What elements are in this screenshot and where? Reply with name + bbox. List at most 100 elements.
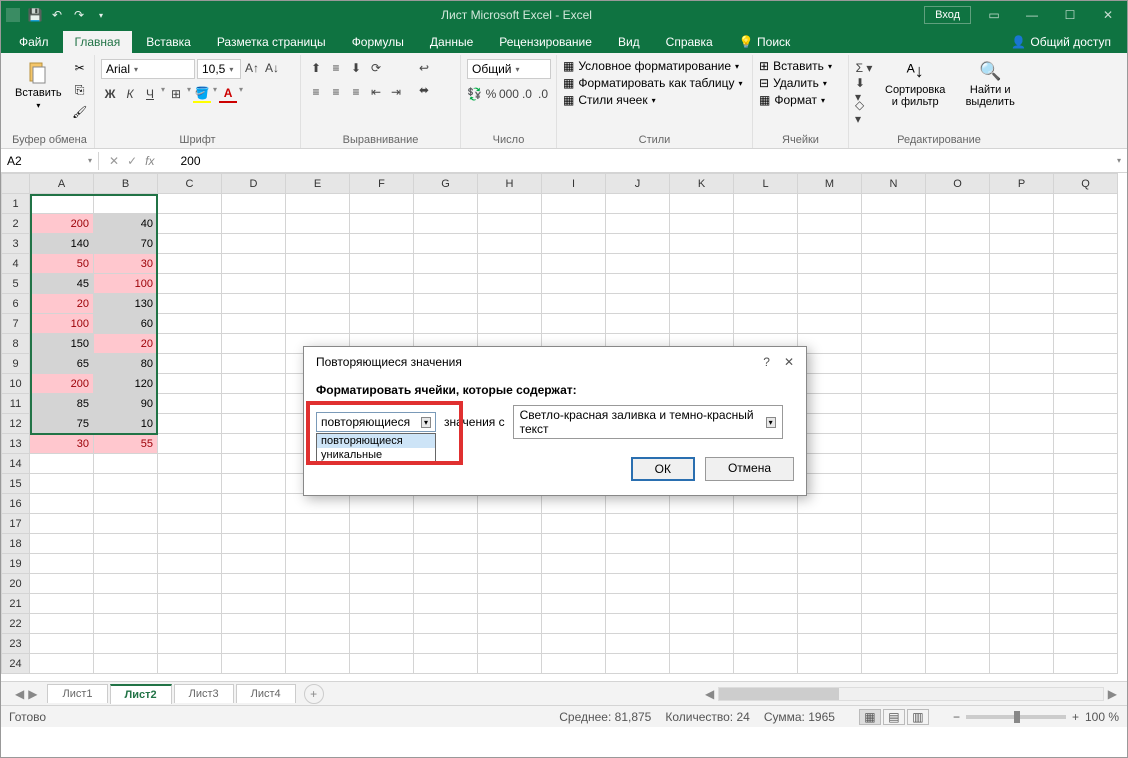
cell[interactable]	[1054, 554, 1118, 574]
cell[interactable]	[222, 254, 286, 274]
cell[interactable]: 200	[30, 214, 94, 234]
scroll-thumb[interactable]	[719, 688, 839, 700]
cell[interactable]	[1054, 234, 1118, 254]
cell[interactable]	[734, 534, 798, 554]
cell[interactable]	[862, 294, 926, 314]
cell[interactable]	[158, 434, 222, 454]
sheet-tab[interactable]: Лист2	[110, 684, 172, 704]
cell[interactable]	[286, 494, 350, 514]
cell[interactable]	[286, 614, 350, 634]
cell[interactable]	[158, 274, 222, 294]
decrease-font-icon[interactable]: A↓	[263, 59, 281, 77]
cell[interactable]	[414, 214, 478, 234]
sheet-tab[interactable]: Лист1	[47, 684, 107, 703]
cell[interactable]	[286, 234, 350, 254]
cell[interactable]	[1054, 594, 1118, 614]
row-header[interactable]: 7	[2, 314, 30, 334]
cell[interactable]	[862, 574, 926, 594]
cell[interactable]	[222, 194, 286, 214]
scroll-right-icon[interactable]: ▶	[1104, 687, 1121, 701]
cell[interactable]	[862, 474, 926, 494]
cell[interactable]	[1054, 274, 1118, 294]
maximize-icon[interactable]: ☐	[1055, 5, 1085, 25]
fill-color-icon[interactable]: 🪣	[193, 85, 211, 103]
cell[interactable]	[798, 334, 862, 354]
cell[interactable]	[670, 194, 734, 214]
next-sheet-icon[interactable]: ▶	[28, 687, 37, 701]
cell[interactable]	[158, 574, 222, 594]
column-header[interactable]: B	[94, 174, 158, 194]
cell[interactable]	[670, 634, 734, 654]
cell[interactable]	[926, 394, 990, 414]
cell[interactable]	[30, 574, 94, 594]
cell[interactable]	[158, 214, 222, 234]
tab-file[interactable]: Файл	[7, 31, 61, 53]
cell[interactable]	[414, 614, 478, 634]
chevron-down-icon[interactable]: ▾	[239, 85, 243, 103]
cell[interactable]	[990, 574, 1054, 594]
cell[interactable]	[862, 634, 926, 654]
cell[interactable]	[222, 554, 286, 574]
cell[interactable]: 200	[30, 374, 94, 394]
cell[interactable]	[670, 574, 734, 594]
cell[interactable]: 30	[94, 254, 158, 274]
ok-button[interactable]: ОК	[631, 457, 695, 481]
cell[interactable]	[414, 274, 478, 294]
close-icon[interactable]: ✕	[1093, 5, 1123, 25]
cell[interactable]	[30, 634, 94, 654]
cell[interactable]	[286, 654, 350, 674]
cell[interactable]	[478, 294, 542, 314]
cell[interactable]	[926, 474, 990, 494]
currency-icon[interactable]: 💱	[467, 85, 482, 103]
cell[interactable]	[798, 494, 862, 514]
cell[interactable]	[94, 634, 158, 654]
cell[interactable]	[1054, 374, 1118, 394]
duplicate-type-combo[interactable]: повторяющиеся ▾ повторяющиеся уникальные	[316, 412, 436, 432]
cell[interactable]	[926, 574, 990, 594]
cell[interactable]	[158, 494, 222, 514]
cell[interactable]	[606, 314, 670, 334]
cell[interactable]: 50	[30, 254, 94, 274]
cell[interactable]	[350, 614, 414, 634]
cell[interactable]	[158, 554, 222, 574]
tab-formulas[interactable]: Формулы	[340, 31, 416, 53]
cell[interactable]	[478, 494, 542, 514]
row-header[interactable]: 22	[2, 614, 30, 634]
zoom-level[interactable]: 100 %	[1085, 710, 1119, 724]
cell[interactable]	[926, 354, 990, 374]
cell[interactable]	[158, 354, 222, 374]
cell[interactable]	[798, 414, 862, 434]
cell[interactable]	[862, 494, 926, 514]
cell[interactable]	[286, 214, 350, 234]
cell[interactable]	[862, 654, 926, 674]
cell[interactable]	[414, 574, 478, 594]
cell[interactable]	[94, 514, 158, 534]
cell[interactable]	[94, 554, 158, 574]
cell[interactable]	[926, 274, 990, 294]
column-header[interactable]: N	[862, 174, 926, 194]
percent-icon[interactable]: %	[484, 85, 498, 103]
cell[interactable]: 75	[30, 414, 94, 434]
column-header[interactable]: P	[990, 174, 1054, 194]
cell[interactable]	[990, 634, 1054, 654]
sort-filter-button[interactable]: ᴬ↓ Сортировка и фильтр	[877, 59, 953, 110]
cell[interactable]	[990, 314, 1054, 334]
cell[interactable]	[94, 574, 158, 594]
align-left-icon[interactable]: ≡	[307, 83, 325, 101]
cell[interactable]	[1054, 474, 1118, 494]
format-cells-button[interactable]: ▦Формат ▾	[759, 93, 832, 107]
cell[interactable]	[862, 614, 926, 634]
cell[interactable]	[670, 654, 734, 674]
cell[interactable]	[542, 234, 606, 254]
dialog-close-icon[interactable]: ✕	[784, 355, 794, 369]
cell[interactable]	[798, 274, 862, 294]
row-header[interactable]: 11	[2, 394, 30, 414]
cell[interactable]	[30, 554, 94, 574]
cell[interactable]	[862, 394, 926, 414]
cell[interactable]	[542, 254, 606, 274]
cell[interactable]	[158, 414, 222, 434]
cell[interactable]	[350, 554, 414, 574]
cell[interactable]	[414, 634, 478, 654]
cell[interactable]	[94, 494, 158, 514]
column-header[interactable]: G	[414, 174, 478, 194]
